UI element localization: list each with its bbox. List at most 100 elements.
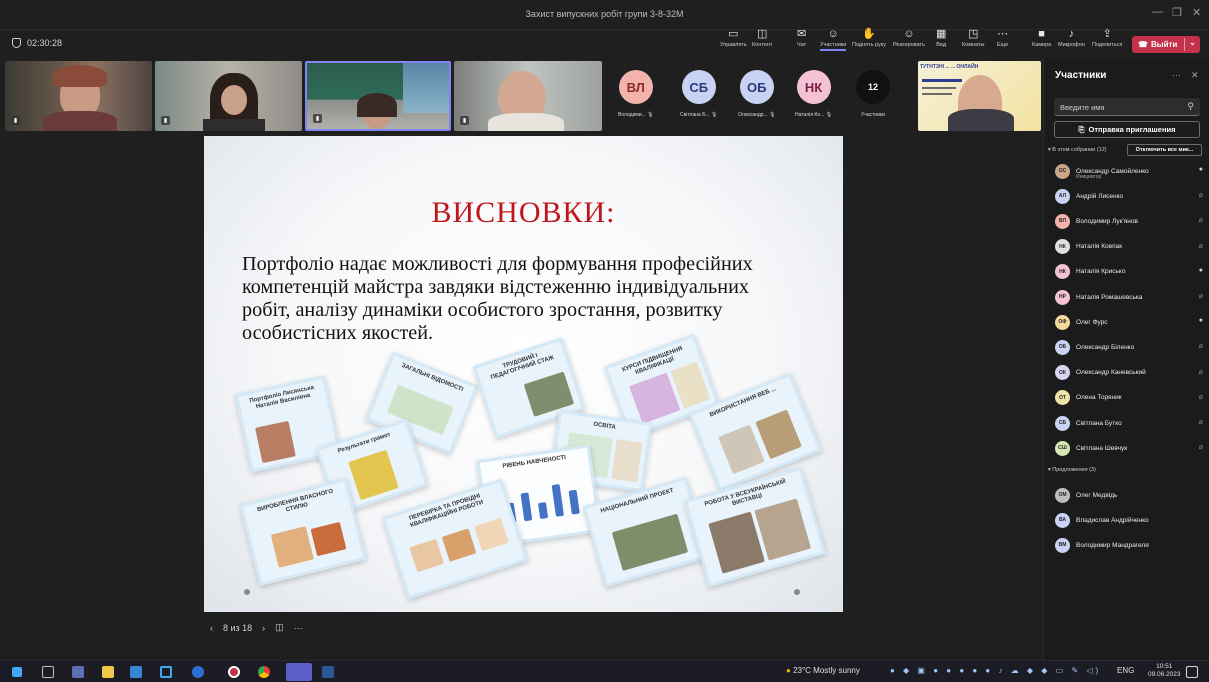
- leave-button[interactable]: ☎ Выйти ⌄: [1132, 36, 1200, 53]
- thumb-title: Портфоліо Лисянська Наталія Василівна: [248, 384, 315, 411]
- strip-avatar-3[interactable]: ОБ Олександр... 🎙: [738, 70, 775, 118]
- strip-more-participants[interactable]: 12 Участники: [856, 70, 890, 118]
- toolbar-label: Еще: [997, 42, 1009, 48]
- windows-start-icon[interactable]: [12, 667, 22, 677]
- thumb-title: РІВЕНЬ НАВЧЕНОСТІ: [502, 454, 567, 470]
- toolbar-microphone-button[interactable]: ♪ Микрофон: [1058, 28, 1085, 48]
- suggested-row[interactable]: ВА Владислав Андрійченко: [1055, 511, 1205, 529]
- file-explorer-icon[interactable]: [102, 666, 114, 678]
- suggested-section-header[interactable]: ▾ Предложения (3): [1048, 467, 1096, 473]
- teams-chat-icon[interactable]: [72, 666, 84, 678]
- title-bar: Захист випускних робіт групи 3-8-32М — ❐…: [0, 0, 1209, 30]
- more-icon: ⋯: [997, 28, 1009, 40]
- section-label: Предложения (3): [1052, 467, 1096, 473]
- participant-row[interactable]: СБ Світлана Бутко ⌀: [1055, 414, 1205, 432]
- participant-row[interactable]: ОФ Олег Фурс ●: [1055, 313, 1205, 331]
- chevron-down-icon[interactable]: ⌄: [1189, 38, 1196, 47]
- strip-avatar-name: Світлана Б... 🎙: [680, 112, 718, 118]
- toolbar-react-button[interactable]: ☺ Реагировать: [893, 28, 925, 48]
- share-icon: ⇪: [1102, 28, 1112, 40]
- toolbar-raise-hand-button[interactable]: ✋ Поднять руку: [852, 28, 886, 48]
- toolbar-more-button[interactable]: ⋯ Еще: [997, 28, 1008, 48]
- in-meeting-section-header[interactable]: ▾ В этом собрании (12): [1048, 147, 1107, 153]
- record-icon[interactable]: [228, 666, 240, 678]
- pin-icon: ▮: [161, 116, 170, 125]
- share-link-icon: ⎘: [1078, 124, 1085, 134]
- language-indicator[interactable]: ENG: [1117, 666, 1134, 675]
- send-invite-button[interactable]: ⎘ Отправка приглашения: [1054, 121, 1200, 138]
- thumb-title: ВИРОБЛЕННЯ ВЛАСНОГО СТИЛЮ: [256, 488, 334, 514]
- toolbar-label: Реагировать: [893, 42, 925, 48]
- snip-icon[interactable]: [160, 666, 172, 678]
- tray-icons[interactable]: ● ◆ ▣ ● ● ● ● ● ♪ ☁ ◆ ◆ ▭ ✎ ◁): [890, 666, 1101, 675]
- avatar: ВА: [1055, 512, 1070, 528]
- meeting-timer: 02:30:28: [12, 38, 62, 48]
- avatar: НК: [796, 70, 831, 104]
- teams-icon[interactable]: [286, 663, 312, 681]
- notification-icon[interactable]: [1186, 666, 1198, 678]
- prev-slide-button[interactable]: ‹: [210, 623, 213, 633]
- more-count: 12: [856, 70, 890, 104]
- chrome-icon[interactable]: [258, 666, 270, 678]
- invite-label: Отправка приглашения: [1088, 125, 1176, 134]
- pin-icon: ▮: [11, 116, 20, 125]
- grid-view-icon[interactable]: ◫: [275, 622, 284, 633]
- toolbar-label: Комнаты: [962, 42, 985, 48]
- strip-avatar-2[interactable]: СБ Світлана Б... 🎙: [680, 70, 717, 118]
- slide-more-icon[interactable]: ···: [294, 623, 303, 633]
- strip-avatar-4[interactable]: НК Наталія Ко... 🎙: [795, 70, 832, 118]
- pin-icon: ▮: [313, 114, 322, 123]
- strip-avatar-name: Олександр... 🎙: [738, 112, 776, 118]
- participant-search-input[interactable]: Введите имя ⚲: [1054, 98, 1200, 116]
- toolbar-view-button[interactable]: ▦ Вид: [936, 28, 946, 48]
- word-icon[interactable]: [322, 666, 334, 678]
- mic-off-icon: ⌀: [1198, 217, 1203, 225]
- mic-off-icon: ⌀: [1198, 368, 1203, 376]
- next-slide-button[interactable]: ›: [262, 623, 265, 633]
- video-tile-participant-4[interactable]: ▮: [454, 61, 602, 131]
- task-view-icon[interactable]: [42, 666, 54, 678]
- slide-thumbnail: ВИРОБЛЕННЯ ВЛАСНОГО СТИЛЮ: [239, 477, 367, 587]
- toolbar-rooms-button[interactable]: ◳ Комнаты: [962, 28, 985, 48]
- close-window-button[interactable]: ✕: [1192, 6, 1201, 19]
- shared-presenter-tile[interactable]: ТУТНТЗНІ ... ... ОНЛАЙН: [918, 61, 1041, 131]
- pin-icon: ▮: [460, 116, 469, 125]
- suggested-row[interactable]: ВМ Володимир Мандрагеля: [1055, 536, 1205, 554]
- video-tile-participant-3-active[interactable]: ▮: [305, 61, 451, 131]
- participant-row[interactable]: ОБ Олександр Біленко ⌀: [1055, 338, 1205, 356]
- minimize-button[interactable]: —: [1152, 6, 1163, 18]
- mic-on-icon: ●: [1198, 317, 1203, 325]
- participant-row[interactable]: ОК Олександр Каневський ⌀: [1055, 364, 1205, 382]
- clock[interactable]: 10:51 09.06.2023: [1148, 663, 1181, 679]
- video-tile-participant-1[interactable]: ▮: [5, 61, 152, 131]
- windows-taskbar: ● 23°C Mostly sunny ● ◆ ▣ ● ● ● ● ● ♪ ☁ …: [0, 660, 1209, 682]
- toolbar-camera-button[interactable]: ■ Камера: [1032, 28, 1051, 48]
- panel-close-icon[interactable]: ✕: [1191, 70, 1199, 81]
- mute-all-button[interactable]: Отключить все мик...: [1127, 144, 1202, 156]
- suggested-row[interactable]: ОМ Олег Медвідь: [1055, 486, 1205, 504]
- toolbar-content-button[interactable]: ◫ Контент: [752, 28, 772, 48]
- toolbar-share-button[interactable]: ⇪ Поделиться: [1092, 28, 1122, 48]
- participant-row[interactable]: НК Наталія Крисько ●: [1055, 263, 1205, 281]
- participant-name: Володимир Лук'янов: [1076, 217, 1138, 225]
- participant-name: Наталія Ковпак: [1076, 243, 1123, 251]
- participant-row[interactable]: ОС Олександр Самойленко Инициатор ●: [1055, 162, 1205, 180]
- participant-row[interactable]: НР Наталія Ромашевська ⌀: [1055, 288, 1205, 306]
- mic-off-icon: ⌀: [1198, 242, 1203, 250]
- toolbar-share-tray-button[interactable]: ▭ Управлять: [720, 28, 747, 48]
- toolbar-people-button[interactable]: ☺ Участники: [820, 28, 847, 51]
- panel-more-icon[interactable]: ···: [1172, 70, 1181, 80]
- restore-button[interactable]: ❐: [1172, 6, 1182, 19]
- video-tile-participant-2[interactable]: ▮: [155, 61, 302, 131]
- participant-row[interactable]: НК Наталія Ковпак ⌀: [1055, 238, 1205, 256]
- weather-widget[interactable]: ● 23°C Mostly sunny: [786, 666, 860, 675]
- participant-row[interactable]: АЛ Андрій Лисенко ⌀: [1055, 187, 1205, 205]
- strip-avatar-1[interactable]: ВЛ Володими... 🎙: [618, 70, 654, 118]
- toolbar-chat-button[interactable]: ✉ Чат: [797, 28, 806, 48]
- participant-row[interactable]: ОТ Олена Торяник ⌀: [1055, 389, 1205, 407]
- participant-row[interactable]: СШ Світлана Шевчук ⌀: [1055, 439, 1205, 457]
- participant-row[interactable]: ВЛ Володимир Лук'янов ⌀: [1055, 212, 1205, 230]
- hand-icon: ✋: [862, 28, 876, 40]
- store-icon[interactable]: [130, 666, 142, 678]
- edge-icon[interactable]: [192, 666, 204, 678]
